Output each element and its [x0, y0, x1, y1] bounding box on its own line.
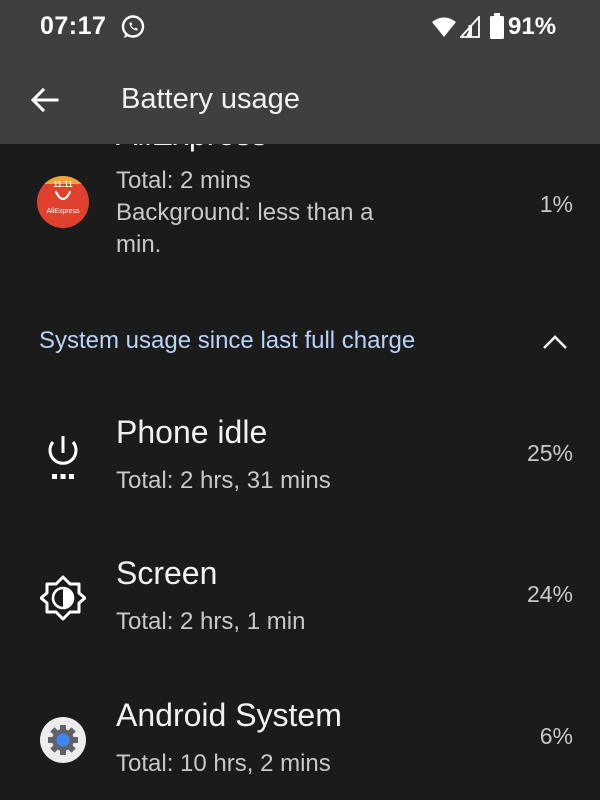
signal-icon: [460, 16, 480, 38]
app-background-line1: Background: less than a: [116, 199, 374, 226]
app-percent: 1%: [539, 191, 573, 217]
battery-level: 91%: [508, 13, 557, 40]
logo-text: AliExpress: [46, 208, 80, 215]
system-usage-section-toggle[interactable]: System usage since last full charge: [0, 314, 600, 370]
system-usage-row-screen[interactable]: Screen Total: 2 hrs, 1 min 24%: [0, 545, 600, 685]
item-total: Total: 2 hrs, 31 mins: [116, 467, 331, 494]
item-percent: 24%: [526, 581, 573, 607]
android-system-gear-icon: [40, 717, 86, 763]
whatsapp-icon: [121, 15, 145, 38]
status-bar: 07:17 91%: [0, 0, 600, 56]
app-usage-row-aliexpress[interactable]: AliExpress 11.11 AliExpress Total: 2 min…: [0, 144, 600, 284]
usage-list[interactable]: AliExpress 11.11 AliExpress Total: 2 min…: [0, 144, 600, 800]
app-total: Total: 2 mins: [116, 167, 251, 194]
item-name: Android System: [116, 697, 342, 733]
power-idle-icon: [48, 436, 78, 479]
logo-badge: 11.11: [53, 180, 73, 189]
item-name: Phone idle: [116, 414, 268, 450]
app-bar: Battery usage: [0, 56, 600, 144]
aliexpress-logo-icon: 11.11 AliExpress: [37, 176, 89, 228]
item-total: Total: 10 hrs, 2 mins: [116, 750, 331, 777]
wifi-icon: [432, 17, 456, 37]
app-background-line2: min.: [116, 231, 162, 258]
app-name: AliExpress: [116, 144, 267, 153]
back-arrow-icon[interactable]: [28, 83, 62, 117]
section-label: System usage since last full charge: [39, 327, 416, 354]
item-name: Screen: [116, 555, 218, 591]
status-time: 07:17: [40, 12, 107, 40]
page-title: Battery usage: [121, 83, 300, 115]
system-usage-row-android-system[interactable]: Android System Total: 10 hrs, 2 mins 6%: [0, 687, 600, 800]
battery-icon: [490, 13, 504, 39]
brightness-icon: [40, 575, 86, 621]
item-percent: 6%: [539, 723, 573, 749]
system-usage-row-phone-idle[interactable]: Phone idle Total: 2 hrs, 31 mins 25%: [0, 404, 600, 544]
item-percent: 25%: [526, 440, 573, 466]
chevron-up-icon: [543, 335, 567, 349]
item-total: Total: 2 hrs, 1 min: [116, 608, 306, 635]
